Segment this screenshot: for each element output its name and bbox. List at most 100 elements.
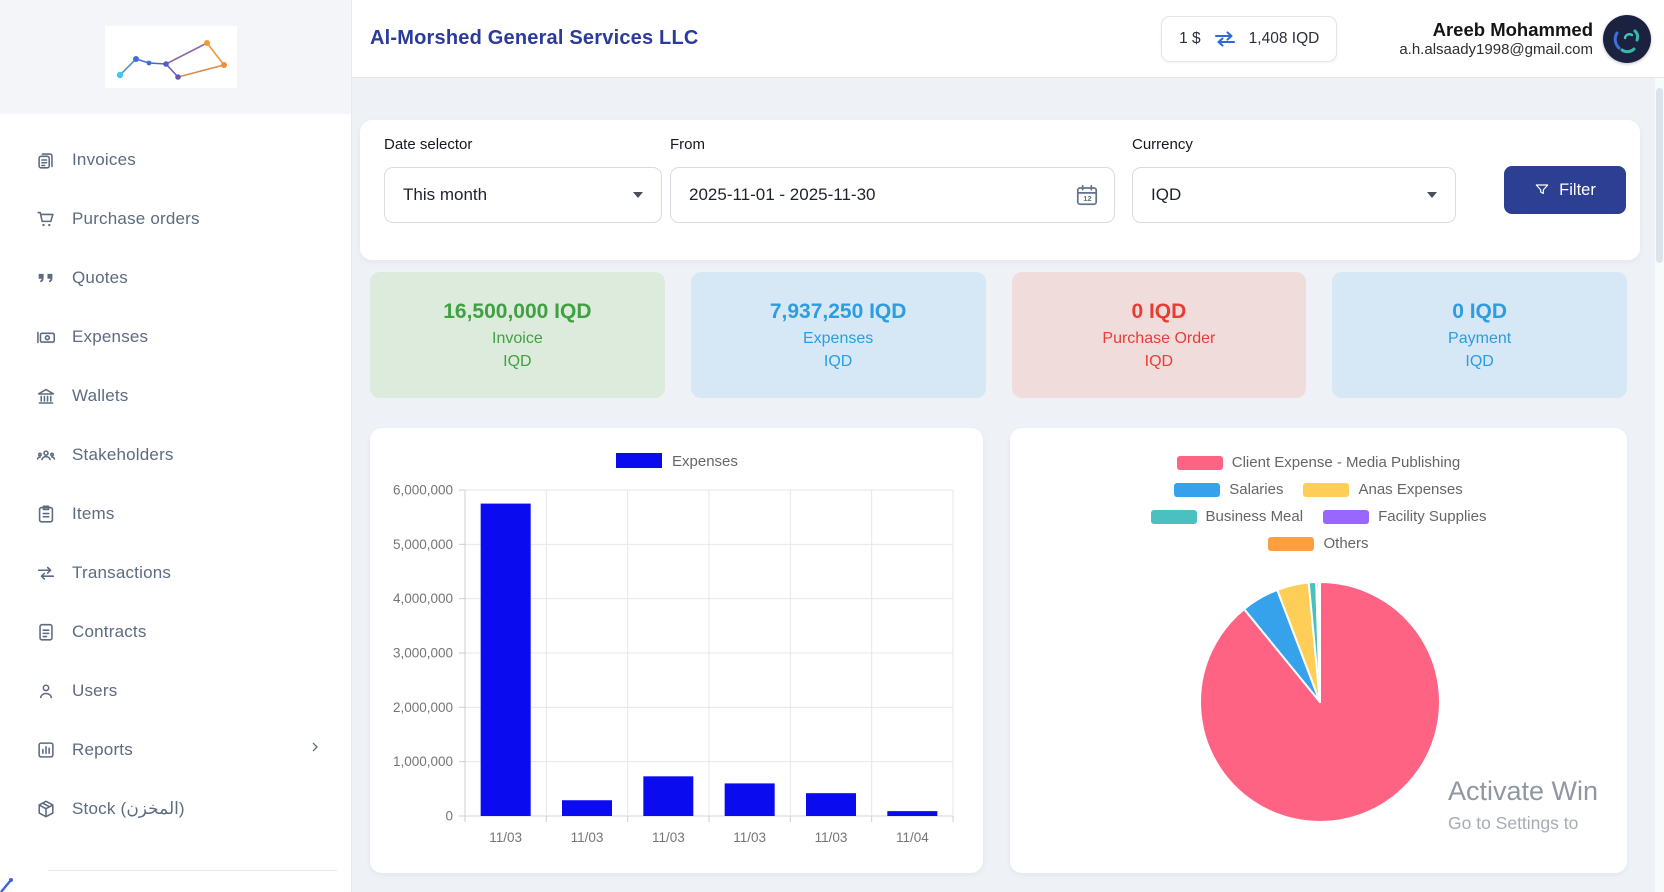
stat-card-invoice: 16,500,000 IQD Invoice IQD	[370, 272, 665, 398]
page-title: Al-Morshed General Services LLC	[370, 27, 699, 49]
user-info: Areeb Mohammed a.h.alsaady1998@gmail.com	[1399, 18, 1593, 60]
date-selector-dropdown[interactable]: This month	[384, 167, 662, 223]
sidebar-logo-area	[0, 0, 351, 114]
chevron-down-icon	[633, 192, 643, 198]
user-email: a.h.alsaady1998@gmail.com	[1399, 40, 1593, 58]
pie-legend-item[interactable]: Salaries	[1174, 481, 1283, 498]
stat-label: Expenses	[802, 330, 874, 348]
legend-label: Anas Expenses	[1358, 481, 1463, 498]
legend-label: Client Expense - Media Publishing	[1231, 454, 1461, 471]
stat-value: 7,937,250 IQD	[769, 299, 907, 323]
svg-text:11/03: 11/03	[733, 830, 766, 845]
purchase-orders-icon	[34, 207, 58, 231]
stat-currency: IQD	[1144, 353, 1174, 371]
sidebar-nav: Invoices Purchase orders Quotes Expenses Wal…	[0, 114, 351, 838]
pie-legend-item[interactable]: Business Meal	[1150, 508, 1303, 525]
calendar-icon[interactable]: 12	[1074, 182, 1100, 208]
filter-button[interactable]: Filter	[1504, 166, 1626, 214]
stat-currency: IQD	[823, 353, 853, 371]
sidebar-item-stakeholders[interactable]: Stakeholders	[0, 425, 351, 484]
filter-panel: Date selector This month From 2025-11-01…	[360, 120, 1640, 260]
date-range-input[interactable]: 2025-11-01 - 2025-11-30 12	[670, 167, 1115, 223]
sidebar-item-purchase-orders[interactable]: Purchase orders	[0, 189, 351, 248]
sidebar-item-wallets[interactable]: Wallets	[0, 366, 351, 425]
constellation-logo-icon	[116, 40, 227, 80]
avatar-logo-icon	[1613, 29, 1640, 53]
main-content: Date selector This month From 2025-11-01…	[352, 78, 1664, 892]
sidebar-item-invoices[interactable]: Invoices	[0, 130, 351, 189]
stat-cards-row: 16,500,000 IQD Invoice IQD 7,937,250 IQD Exp…	[370, 272, 1627, 398]
sidebar-item-expenses[interactable]: Expenses	[0, 307, 351, 366]
sidebar-item-items[interactable]: Items	[0, 484, 351, 543]
sidebar-item-transactions[interactable]: Transactions	[0, 543, 351, 602]
sidebar-item-label: Invoices	[72, 149, 136, 169]
sidebar-item-contracts[interactable]: Contracts	[0, 602, 351, 661]
legend-label: Salaries	[1229, 481, 1284, 498]
svg-text:11/03: 11/03	[652, 830, 685, 845]
sidebar-item-reports[interactable]: Reports	[0, 720, 351, 779]
scrollbar-thumb[interactable]	[1656, 88, 1663, 263]
expenses-pie-chart-card: Client Expense - Media Publishing Salarie…	[1010, 428, 1627, 873]
wallets-icon	[34, 384, 58, 408]
transactions-icon	[34, 561, 58, 585]
user-name: Areeb Mohammed	[1432, 18, 1593, 40]
sidebar: Invoices Purchase orders Quotes Expenses Wal…	[0, 0, 352, 892]
stat-value: 0 IQD	[1452, 299, 1508, 323]
legend-label: Facility Supplies	[1378, 508, 1487, 525]
expenses-bar-chart-card: 0 1,000,000 2,000,000 3,000,000 4,000,000 5,0…	[370, 428, 983, 873]
svg-text:3,000,000: 3,000,000	[393, 646, 453, 661]
sidebar-item-label: Items	[72, 503, 115, 523]
legend-swatch	[1150, 509, 1197, 524]
currency-label: Currency	[1132, 136, 1193, 153]
svg-text:6,000,000: 6,000,000	[393, 483, 453, 498]
stat-currency: IQD	[503, 353, 532, 371]
svg-text:1,000,000: 1,000,000	[393, 754, 453, 769]
currency-value: IQD	[1151, 185, 1182, 204]
stat-label: Invoice	[492, 330, 543, 348]
exchange-iqd-value: 1,408 IQD	[1248, 29, 1320, 47]
legend-swatch	[1323, 509, 1370, 524]
svg-text:Expenses: Expenses	[672, 453, 738, 470]
svg-text:0: 0	[445, 809, 453, 824]
pie-legend-item[interactable]: Anas Expenses	[1303, 481, 1463, 498]
svg-text:4,000,000: 4,000,000	[393, 591, 453, 606]
stat-card-expenses: 7,937,250 IQD Expenses IQD	[690, 272, 986, 398]
svg-text:2,000,000: 2,000,000	[393, 700, 453, 715]
invoices-icon	[34, 148, 58, 172]
legend-label: Others	[1323, 535, 1369, 552]
items-icon	[34, 502, 58, 526]
legend-swatch	[1174, 482, 1221, 497]
sidebar-item-users[interactable]: Users	[0, 661, 351, 720]
avatar[interactable]	[1603, 14, 1651, 63]
funnel-icon	[1535, 184, 1549, 195]
pie-legend: Client Expense - Media Publishing Salarie…	[1126, 454, 1512, 552]
stat-card-payment: 0 IQD Payment IQD	[1332, 272, 1627, 398]
stat-label: Payment	[1448, 330, 1512, 348]
sidebar-item-quotes[interactable]: Quotes	[0, 248, 351, 307]
sidebar-item-label: Reports	[72, 739, 133, 759]
top-header: Al-Morshed General Services LLC 1 $ 1,40…	[352, 0, 1664, 78]
stock-icon	[34, 797, 58, 821]
sidebar-item-label: Stock (المخزن)	[72, 798, 185, 818]
currency-swap-icon	[1214, 30, 1236, 48]
chevron-right-icon	[307, 739, 323, 760]
pie-legend-item[interactable]: Facility Supplies	[1323, 508, 1486, 525]
sidebar-item-stock[interactable]: Stock (المخزن)	[0, 779, 351, 838]
from-label: From	[670, 136, 705, 153]
sidebar-divider	[48, 870, 337, 871]
sidebar-item-label: Stakeholders	[72, 444, 174, 464]
legend-swatch	[1268, 536, 1315, 551]
svg-text:11/04: 11/04	[896, 830, 929, 845]
sidebar-item-label: Quotes	[72, 267, 129, 287]
pie-legend-item[interactable]: Client Expense - Media Publishing	[1176, 454, 1461, 471]
sidebar-item-label: Users	[72, 680, 118, 700]
date-selector-label: Date selector	[384, 136, 473, 153]
contracts-icon	[34, 620, 58, 644]
exchange-rate-widget: 1 $ 1,408 IQD	[1161, 15, 1338, 62]
pie-legend-item[interactable]: Others	[1268, 535, 1369, 552]
currency-dropdown[interactable]: IQD	[1132, 167, 1456, 223]
stat-value: 16,500,000 IQD	[443, 299, 592, 323]
svg-text:11/03: 11/03	[815, 830, 848, 845]
charts-row: 0 1,000,000 2,000,000 3,000,000 4,000,000 5,0…	[370, 428, 1627, 873]
reports-icon	[34, 738, 58, 762]
